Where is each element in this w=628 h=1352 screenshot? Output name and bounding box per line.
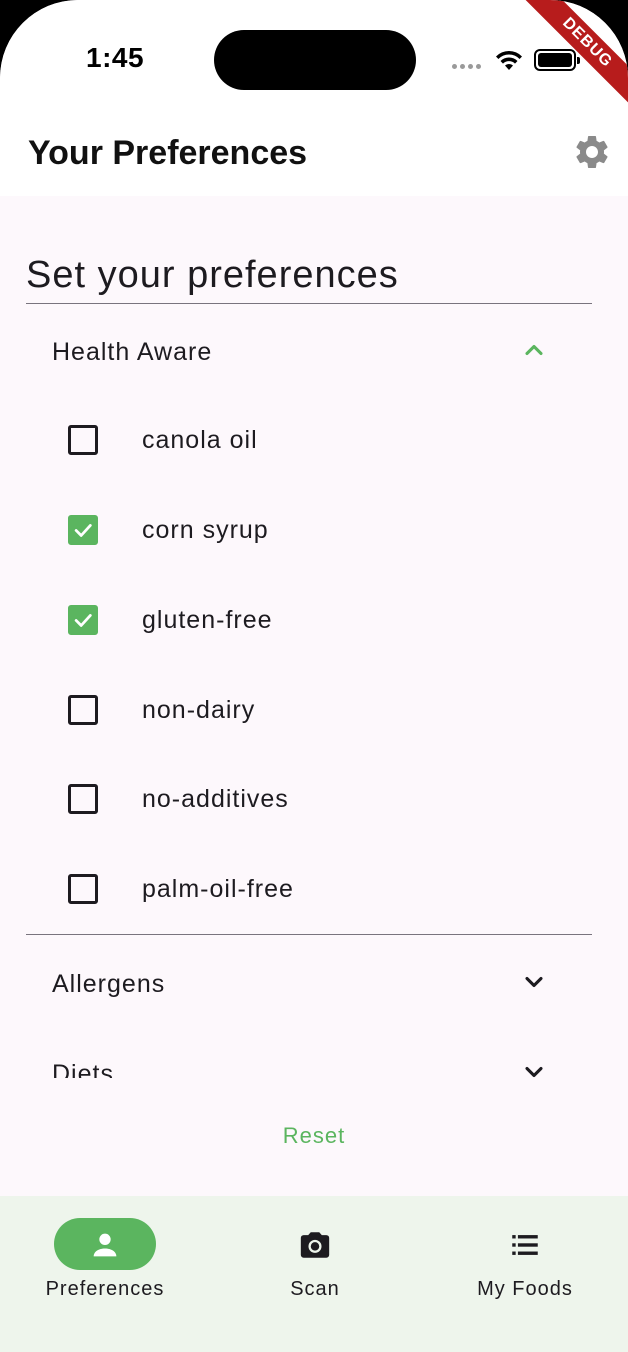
checkbox-label: gluten-free [142, 606, 273, 634]
nav-label: Preferences [45, 1278, 165, 1300]
group-label: Health Aware [52, 338, 213, 366]
checkbox-label: no-additives [142, 785, 289, 813]
status-bar: 1:45 DEBUG [0, 0, 628, 113]
app-screen: 1:45 DEBUG Your Preferences Set your pre… [0, 0, 628, 1352]
person-icon [93, 1233, 117, 1257]
cellular-signal-icon [452, 64, 481, 69]
checkbox[interactable] [68, 425, 98, 455]
preferences-content: Set your preferences Health Aware canola… [0, 196, 628, 1196]
checkbox[interactable] [68, 874, 98, 904]
nav-label: My Foods [477, 1278, 573, 1300]
nav-item-my-foods[interactable]: My Foods [420, 1196, 628, 1352]
nav-item-scan[interactable]: Scan [210, 1196, 420, 1352]
page-title: Your Preferences [28, 134, 308, 172]
checkbox-checked[interactable] [68, 605, 98, 635]
camera-icon [300, 1232, 330, 1258]
checkbox-row-no-additives[interactable]: no-additives [26, 753, 592, 843]
heading-divider [26, 303, 592, 304]
checkbox-row-canola-oil[interactable]: canola oil [26, 394, 592, 484]
checkbox-row-corn-syrup[interactable]: corn syrup [26, 484, 592, 574]
bottom-navigation: Preferences Scan My Foods [0, 1196, 628, 1352]
checkbox-row-palm-oil-free[interactable]: palm-oil-free [26, 843, 592, 933]
chevron-down-icon [525, 1066, 543, 1078]
wifi-icon [496, 50, 522, 70]
checkbox-checked[interactable] [68, 515, 98, 545]
group-header-diets[interactable]: Diets [26, 1038, 592, 1078]
preferences-scroll-area[interactable]: Set your preferences Health Aware canola… [0, 196, 628, 1078]
nav-label: Scan [290, 1278, 340, 1300]
checkbox-row-gluten-free[interactable]: gluten-free [26, 574, 592, 664]
chevron-down-icon [525, 976, 543, 988]
checkbox-label: non-dairy [142, 696, 256, 724]
checkbox-label: corn syrup [142, 516, 269, 544]
status-time: 1:45 [86, 42, 145, 73]
checkbox[interactable] [68, 695, 98, 725]
group-header-health-aware[interactable]: Health Aware [26, 316, 592, 386]
checkbox-label: canola oil [142, 426, 258, 454]
gear-icon[interactable] [572, 132, 612, 172]
checkmark-icon [74, 614, 92, 627]
checkmark-icon [74, 524, 92, 537]
group-label: Diets [52, 1060, 114, 1078]
section-heading: Set your preferences [26, 254, 399, 296]
checkbox-row-non-dairy[interactable]: non-dairy [26, 664, 592, 754]
group-divider [26, 934, 592, 935]
group-header-allergens[interactable]: Allergens [26, 948, 592, 1018]
list-icon [512, 1235, 538, 1255]
reset-button[interactable]: Reset [254, 1116, 374, 1156]
chevron-up-icon [525, 344, 543, 356]
battery-icon [534, 49, 580, 71]
app-bar: Your Preferences [0, 112, 628, 196]
dynamic-island [214, 30, 416, 90]
checkbox-label: palm-oil-free [142, 875, 294, 903]
checkbox[interactable] [68, 784, 98, 814]
nav-item-preferences[interactable]: Preferences [0, 1196, 210, 1352]
group-label: Allergens [52, 970, 166, 998]
